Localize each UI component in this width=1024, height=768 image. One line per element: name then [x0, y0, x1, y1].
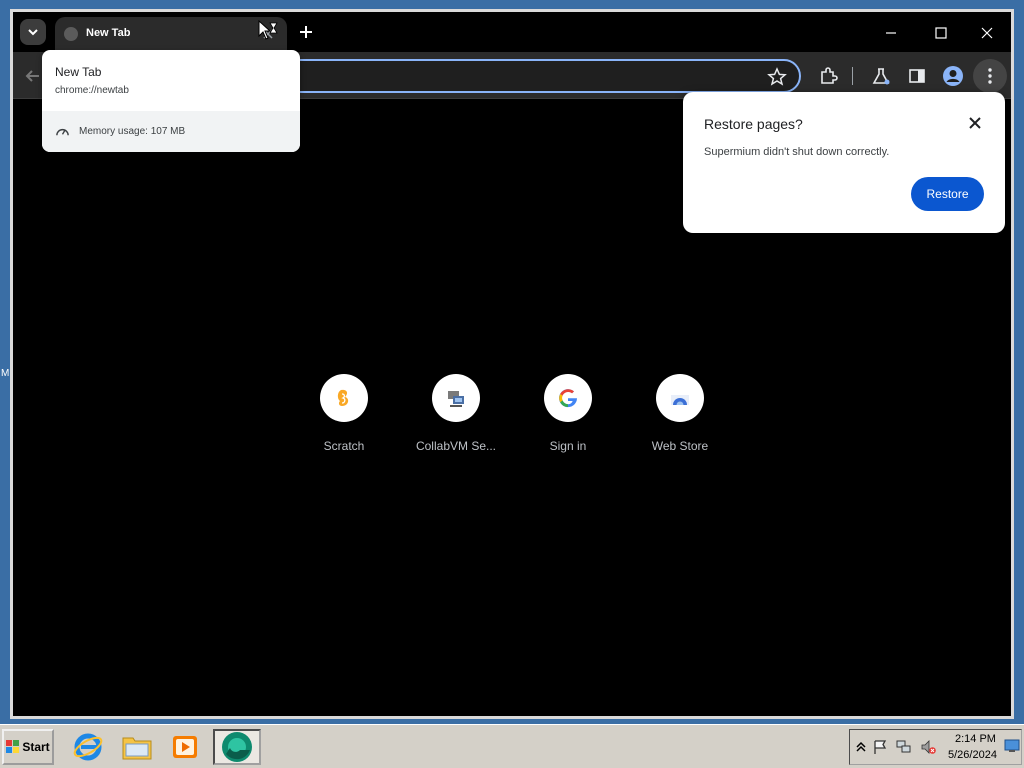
flag-icon[interactable]	[872, 739, 888, 755]
flask-icon	[872, 68, 890, 85]
memory-usage: Memory usage: 107 MB	[79, 126, 186, 137]
chevron-up-icon[interactable]	[853, 739, 869, 755]
shortcut-scratch[interactable]: Scratch	[294, 374, 394, 464]
hover-card-url: chrome://newtab	[55, 85, 129, 96]
dialog-message: Supermium didn't shut down correctly.	[704, 146, 890, 158]
minimize-button[interactable]	[875, 19, 907, 47]
shortcut-sign-in[interactable]: Sign in	[518, 374, 618, 464]
restore-button[interactable]: Restore	[911, 177, 984, 211]
toolbar-divider	[852, 67, 853, 85]
mouse-cursor-icon	[258, 20, 278, 40]
system-tray: 2:14 PM 5/26/2024	[849, 729, 1022, 765]
maximize-icon	[935, 27, 947, 39]
taskbar-browser-button[interactable]	[213, 729, 261, 765]
media-player-button[interactable]	[167, 729, 203, 765]
side-panel-button[interactable]	[905, 64, 929, 88]
shortcut-tile	[656, 374, 704, 422]
shortcut-collabvm[interactable]: CollabVM Se...	[406, 374, 506, 464]
close-icon	[981, 27, 993, 39]
tab-search-button[interactable]	[20, 19, 46, 45]
shortcut-label: CollabVM Se...	[415, 439, 497, 453]
desktop-edge-label: M	[1, 368, 10, 379]
plus-icon	[300, 26, 312, 38]
volume-muted-icon[interactable]	[920, 739, 936, 755]
internet-explorer-icon	[73, 733, 103, 761]
side-panel-icon	[909, 69, 925, 83]
menu-button[interactable]	[973, 59, 1007, 93]
tab-hover-card: New Tab chrome://newtab Memory usage: 10…	[42, 50, 300, 152]
folder-icon	[122, 737, 152, 760]
dialog-title: Restore pages?	[704, 116, 803, 132]
profile-button[interactable]	[941, 64, 965, 88]
gauge-icon	[56, 129, 69, 136]
back-arrow-icon[interactable]	[23, 66, 43, 86]
google-icon	[559, 389, 577, 408]
shortcut-tile	[432, 374, 480, 422]
tab-new-tab[interactable]: New Tab	[55, 17, 287, 52]
tab-strip: New Tab	[13, 12, 1011, 52]
restore-pages-dialog: Restore pages? Supermium didn't shut dow…	[683, 92, 1005, 233]
extensions-button[interactable]	[816, 64, 840, 88]
tab-title: New Tab	[86, 27, 131, 39]
shortcut-tile	[544, 374, 592, 422]
new-tab-button[interactable]	[296, 22, 316, 42]
start-button[interactable]: Start	[2, 729, 54, 765]
internet-explorer-button[interactable]	[70, 729, 106, 765]
shortcut-label: Web Store	[651, 439, 709, 453]
shortcut-web-store[interactable]: Web Store	[630, 374, 730, 464]
more-vert-icon	[988, 68, 992, 84]
shortcut-tile	[320, 374, 368, 422]
supermium-icon	[222, 732, 252, 762]
clock-time[interactable]: 2:14 PM	[955, 733, 996, 745]
scratch-icon	[337, 389, 349, 406]
hover-card-footer: Memory usage: 107 MB	[42, 111, 300, 152]
puzzle-icon	[821, 67, 838, 84]
media-player-icon	[173, 736, 197, 758]
avatar-icon	[943, 66, 963, 86]
taskbar: Start 2:14 PM 5/26/2024	[0, 724, 1024, 768]
collabvm-icon	[448, 391, 464, 407]
web-store-icon	[671, 395, 689, 405]
labs-button[interactable]	[869, 64, 893, 88]
show-desktop-icon[interactable]	[1004, 739, 1020, 753]
close-window-button[interactable]	[971, 19, 1003, 47]
minimize-icon	[886, 32, 896, 34]
hover-card-title: New Tab	[55, 65, 102, 79]
explorer-button[interactable]	[119, 729, 155, 765]
clock-date[interactable]: 5/26/2024	[948, 749, 997, 761]
shortcut-label: Sign in	[549, 439, 587, 453]
globe-icon	[64, 27, 78, 41]
star-icon[interactable]	[767, 67, 787, 87]
windows-logo-icon	[6, 740, 20, 753]
maximize-button[interactable]	[925, 19, 957, 47]
close-icon[interactable]	[966, 114, 984, 132]
chevron-down-icon	[28, 29, 38, 36]
network-icon[interactable]	[896, 739, 912, 755]
shortcut-label: Scratch	[323, 439, 365, 453]
start-label: Start	[22, 740, 50, 754]
